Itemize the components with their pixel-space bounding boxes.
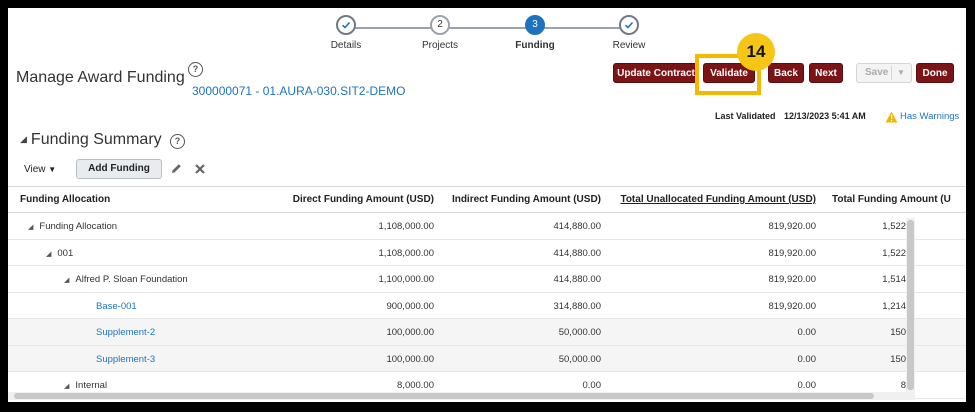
caret-down-icon[interactable]: ▼ (897, 64, 905, 82)
indirect-amount: 0.00 (582, 380, 602, 391)
table-row[interactable]: Supplement-3 100,000.00 50,000.00 0.00 1… (8, 345, 966, 372)
step-callout-badge: 14 (737, 33, 775, 71)
scroll-thumb[interactable] (907, 220, 914, 390)
train-step-details[interactable]: Details (306, 15, 386, 51)
train-line (346, 27, 630, 29)
done-button[interactable]: Done (916, 63, 954, 83)
column-header[interactable]: Direct Funding Amount (USD) (293, 194, 434, 205)
train-step-label: Review (612, 40, 646, 51)
save-label: Save (865, 67, 889, 78)
check-icon (336, 15, 356, 35)
caret-down-icon: ▼ (48, 165, 57, 174)
help-icon[interactable]: ? (188, 62, 203, 77)
unallocated-amount: 819,920.00 (768, 300, 816, 312)
funding-table: Funding Allocation Direct Funding Amount… (8, 186, 966, 399)
next-button[interactable]: Next (809, 63, 843, 83)
pencil-icon[interactable] (170, 162, 183, 180)
back-button[interactable]: Back (768, 63, 804, 83)
expand-triangle-icon[interactable]: ◢ (64, 383, 69, 390)
unallocated-amount: 819,920.00 (768, 247, 816, 259)
section-title: Funding Summary (30, 131, 162, 148)
step-number: 2 (430, 15, 450, 35)
update-contract-button[interactable]: Update Contract (613, 63, 699, 83)
direct-amount: 100,000.00 (386, 327, 434, 338)
direct-amount: 8,000.00 (397, 380, 434, 391)
train-step-funding[interactable]: 3 Funding (495, 15, 575, 51)
train-step-review[interactable]: Review (589, 15, 669, 51)
unallocated-amount: 0.00 (797, 353, 817, 365)
app-frame: Details 2 Projects 3 Funding Review Mana… (8, 8, 966, 402)
view-menu[interactable]: View ▼ (24, 164, 56, 175)
table-row[interactable]: Base-001 900,000.00 314,880.00 819,920.0… (8, 293, 966, 319)
expand-triangle-icon[interactable]: ◢ (28, 224, 33, 231)
step-number: 3 (525, 15, 545, 35)
last-validated-value: 12/13/2023 5:41 AM (784, 111, 866, 121)
horizontal-scrollbar[interactable] (8, 392, 914, 400)
table-row[interactable]: ◢ 001 1,108,000.00 414,880.00 819,920.00 … (8, 240, 966, 266)
warning-icon (885, 110, 898, 128)
expand-triangle-icon[interactable]: ◢ (64, 277, 69, 284)
direct-amount: 900,000.00 (386, 300, 434, 312)
funding-source-link[interactable]: Supplement-2 (96, 327, 155, 338)
page-title: Manage Award Funding (16, 69, 185, 86)
direct-amount: 1,108,000.00 (378, 221, 434, 232)
funding-source-link[interactable]: Supplement-3 (96, 354, 155, 365)
column-header[interactable]: Total Unallocated Funding Amount (USD) (620, 194, 816, 205)
table-row[interactable]: ◢ Alfred P. Sloan Foundation 1,100,000.00… (8, 266, 966, 293)
close-icon[interactable] (194, 162, 206, 180)
row-name: ◢ Alfred P. Sloan Foundation (64, 274, 188, 285)
table-row[interactable]: Supplement-2 100,000.00 50,000.00 0.00 1… (8, 319, 966, 346)
table-row[interactable]: ◢ Funding Allocation 1,108,000.00 414,880… (8, 213, 966, 240)
train-step-projects[interactable]: 2 Projects (400, 15, 480, 51)
column-header[interactable]: Total Funding Amount (U (832, 194, 951, 205)
row-name: ◢ Funding Allocation (28, 221, 118, 232)
direct-amount: 100,000.00 (386, 353, 434, 365)
process-train: Details 2 Projects 3 Funding Review (8, 8, 966, 68)
check-icon (619, 15, 639, 35)
train-step-label: Funding (515, 40, 555, 51)
unallocated-amount: 819,920.00 (768, 274, 816, 285)
indirect-amount: 50,000.00 (558, 327, 601, 338)
last-validated-label: Last Validated (715, 111, 776, 121)
column-header[interactable]: Funding Allocation (20, 194, 110, 205)
column-header[interactable]: Indirect Funding Amount (USD) (452, 194, 601, 205)
train-step-label: Projects (421, 40, 459, 51)
train-step-label: Details (330, 40, 362, 51)
indirect-amount: 414,880.00 (553, 247, 601, 259)
row-name: ◢ Internal (64, 380, 108, 391)
indirect-amount: 314,880.00 (553, 300, 601, 312)
expand-triangle-icon[interactable]: ◢ (46, 251, 51, 258)
last-validated: Last Validated 12/13/2023 5:41 AM (715, 111, 866, 121)
indirect-amount: 414,880.00 (553, 221, 601, 232)
funding-source-link[interactable]: Base-001 (96, 301, 137, 312)
row-name: ◢ 001 (46, 247, 74, 259)
direct-amount: 1,108,000.00 (378, 247, 434, 259)
collapse-triangle-icon[interactable]: ◢ (20, 134, 27, 144)
view-label: View (24, 164, 46, 175)
funding-summary-header[interactable]: ◢ Funding Summary (20, 131, 162, 149)
indirect-amount: 50,000.00 (558, 353, 601, 365)
add-funding-button[interactable]: Add Funding (76, 159, 162, 179)
save-button[interactable]: Save ▼ (856, 63, 912, 83)
direct-amount: 1,100,000.00 (378, 274, 434, 285)
table-header: Funding Allocation Direct Funding Amount… (8, 187, 966, 213)
unallocated-amount: 0.00 (797, 380, 817, 391)
has-warnings-link[interactable]: Has Warnings (900, 111, 959, 122)
unallocated-amount: 0.00 (797, 327, 817, 338)
award-link[interactable]: 300000071 - 01.AURA-030.SIT2-DEMO (192, 84, 405, 98)
scroll-thumb[interactable] (14, 393, 874, 399)
unallocated-amount: 819,920.00 (768, 221, 816, 232)
vertical-scrollbar[interactable] (906, 218, 915, 398)
indirect-amount: 414,880.00 (553, 274, 601, 285)
divider (891, 66, 892, 80)
help-icon[interactable]: ? (170, 134, 185, 149)
